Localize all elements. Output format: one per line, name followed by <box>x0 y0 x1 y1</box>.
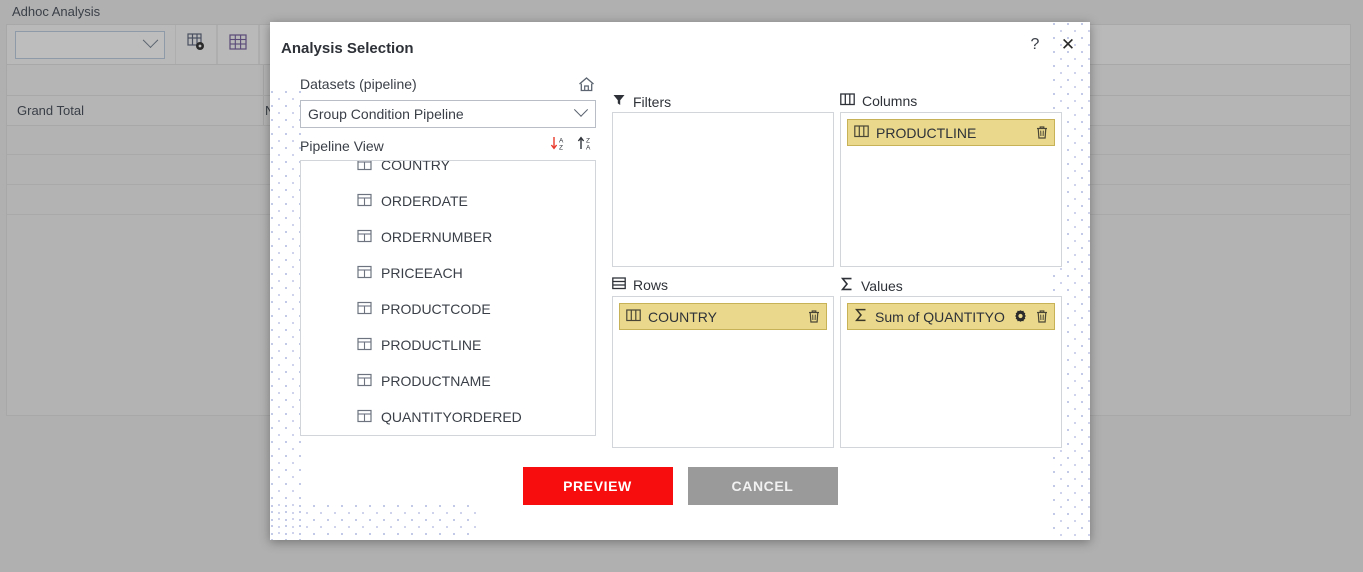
field-label: PRODUCTNAME <box>381 373 491 389</box>
field-list-item[interactable]: COUNTRY <box>301 160 595 183</box>
values-panel-label: Values <box>861 277 903 294</box>
pipeline-view-row: Pipeline View A Z Z A <box>300 136 596 156</box>
analysis-selection-dialog: Analysis Selection ? ✕ Datasets (pipelin… <box>270 22 1090 540</box>
dialog-footer: PREVIEW CANCEL <box>270 467 1090 505</box>
filters-panel-header: Filters <box>612 93 671 110</box>
rows-icon <box>612 277 626 293</box>
dialog-title: Analysis Selection <box>281 40 414 57</box>
column-field-icon <box>357 265 372 282</box>
columns-panel-label: Columns <box>862 93 918 109</box>
rows-panel-label: Rows <box>633 277 669 293</box>
app-title: Adhoc Analysis <box>12 4 101 19</box>
columns-icon <box>840 93 855 109</box>
grand-total-label: Grand Total <box>17 103 84 118</box>
values-panel-header: Values <box>840 277 903 294</box>
pipeline-field-list-inner: COUNTRY ORDERDATE ORDERNUMBER PRICEEACH … <box>301 160 595 435</box>
trash-icon[interactable] <box>807 309 821 324</box>
filter-icon <box>612 93 626 110</box>
chevron-down-icon <box>573 102 589 117</box>
columns-icon <box>854 124 869 141</box>
columns-panel-header: Columns <box>840 93 917 109</box>
home-icon[interactable] <box>577 76 596 93</box>
column-field-icon <box>357 409 372 426</box>
field-label: PRODUCTCODE <box>381 301 491 317</box>
datasets-label: Datasets (pipeline) <box>300 76 417 92</box>
toolbar-dataset-select[interactable] <box>15 30 165 59</box>
preview-button[interactable]: PREVIEW <box>522 467 673 505</box>
resize-dot-pattern-right <box>1052 22 1090 540</box>
sort-az-descending-icon[interactable]: A Z <box>550 135 569 157</box>
field-label: QUANTITYORDERED <box>381 409 522 425</box>
cancel-button[interactable]: CANCEL <box>687 467 838 505</box>
rows-chip[interactable]: COUNTRY <box>619 303 827 330</box>
field-label: PRODUCTLINE <box>381 337 482 353</box>
rows-panel-header: Rows <box>612 277 668 293</box>
rows-dropzone[interactable]: COUNTRY <box>612 296 834 448</box>
sort-controls: A Z Z A <box>550 135 596 157</box>
field-label: ORDERDATE <box>381 193 468 209</box>
columns-dropzone[interactable]: PRODUCTLINE <box>840 112 1062 267</box>
sigma-icon <box>840 277 854 294</box>
datasets-label-row: Datasets (pipeline) <box>300 72 596 96</box>
column-field-icon <box>357 161 372 174</box>
column-field-icon <box>357 373 372 390</box>
chip-label: COUNTRY <box>648 308 717 325</box>
chip-label: Sum of QUANTITYOR… <box>875 308 1006 325</box>
chip-label: PRODUCTLINE <box>876 124 977 141</box>
columns-chip[interactable]: PRODUCTLINE <box>847 119 1055 146</box>
column-field-icon <box>357 229 372 246</box>
field-list-item[interactable]: ORDERNUMBER <box>301 219 595 255</box>
dataset-select-value: Group Condition Pipeline <box>308 106 464 122</box>
close-icon[interactable]: ✕ <box>1058 35 1078 55</box>
grid-settings-icon <box>186 32 206 57</box>
field-label: COUNTRY <box>381 160 450 173</box>
datasets-pane: Datasets (pipeline) Group Condition Pipe… <box>300 72 596 436</box>
svg-text:A: A <box>559 138 564 145</box>
field-list-item[interactable]: PRODUCTCODE <box>301 291 595 327</box>
values-chip[interactable]: Sum of QUANTITYOR… <box>847 303 1055 330</box>
resize-dot-pattern-bottom <box>270 504 480 540</box>
chevron-down-icon <box>142 32 159 49</box>
pipeline-field-list[interactable]: COUNTRY ORDERDATE ORDERNUMBER PRICEEACH … <box>300 160 596 436</box>
grid-column-divider <box>263 96 264 125</box>
trash-icon[interactable] <box>1035 125 1049 140</box>
filters-dropzone[interactable] <box>612 112 834 267</box>
pipeline-view-label: Pipeline View <box>300 138 384 154</box>
trash-icon[interactable] <box>1035 309 1049 324</box>
toolbar-table-button[interactable] <box>217 24 259 65</box>
column-field-icon <box>357 337 372 354</box>
values-dropzone[interactable]: Sum of QUANTITYOR… <box>840 296 1062 448</box>
field-list-item[interactable]: ORDERDATE <box>301 183 595 219</box>
field-list-item[interactable]: QUANTITYORDERED <box>301 399 595 435</box>
field-list-item[interactable]: PRODUCTNAME <box>301 363 595 399</box>
column-field-icon <box>357 193 372 210</box>
field-list-item[interactable]: PRICEEACH <box>301 255 595 291</box>
sigma-icon <box>854 308 868 325</box>
table-icon <box>228 33 248 56</box>
toolbar-grid-settings-button[interactable] <box>175 24 217 65</box>
filters-panel-label: Filters <box>633 93 672 110</box>
svg-text:Z: Z <box>559 145 563 152</box>
dataset-select[interactable]: Group Condition Pipeline <box>300 100 596 128</box>
column-field-icon <box>357 301 372 318</box>
help-icon[interactable]: ? <box>1025 35 1045 55</box>
grid-column-divider <box>263 65 264 95</box>
sort-za-ascending-icon[interactable]: Z A <box>577 135 596 157</box>
field-label: PRICEEACH <box>381 265 463 281</box>
columns-icon <box>626 308 641 325</box>
gear-icon[interactable] <box>1013 309 1028 324</box>
svg-text:A: A <box>586 145 591 152</box>
field-list-item[interactable]: PRODUCTLINE <box>301 327 595 363</box>
field-label: ORDERNUMBER <box>381 229 493 245</box>
svg-text:Z: Z <box>586 138 590 145</box>
